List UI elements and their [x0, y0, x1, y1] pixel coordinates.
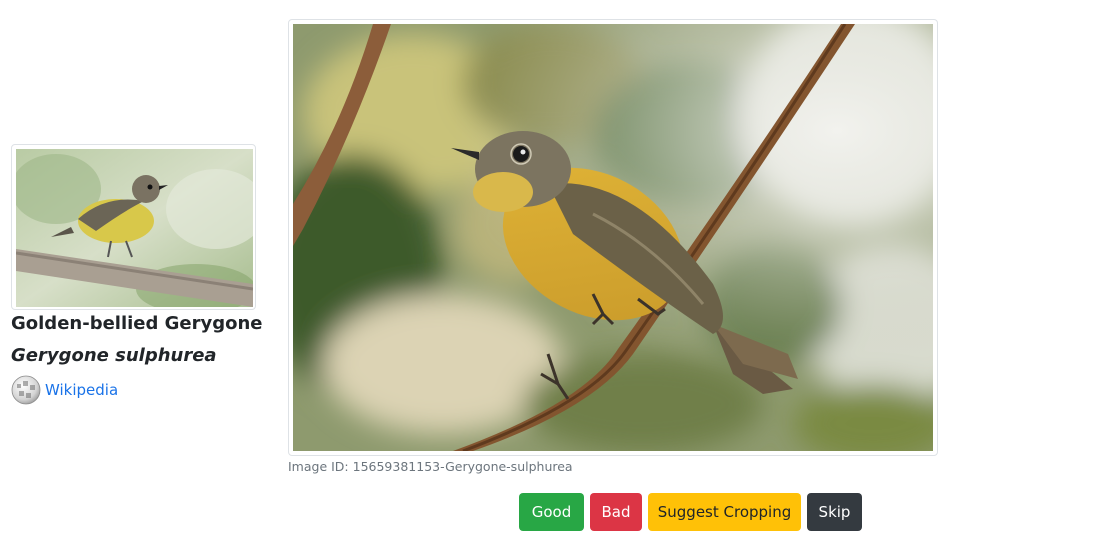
wikipedia-globe-icon	[11, 375, 41, 405]
species-scientific-name: Gerygone sulphurea	[11, 345, 217, 366]
bad-button[interactable]: Bad	[590, 493, 642, 531]
main-bird-illustration	[293, 24, 933, 451]
reference-photo	[11, 144, 256, 310]
wikipedia-row: Wikipedia	[11, 375, 118, 405]
good-button[interactable]: Good	[519, 493, 584, 531]
main-photo	[288, 19, 938, 456]
image-id-caption: Image ID: 15659381153-Gerygone-sulphurea	[288, 459, 573, 474]
skip-button[interactable]: Skip	[807, 493, 862, 531]
reference-bird-illustration	[16, 149, 253, 307]
species-common-name: Golden-bellied Gerygone	[11, 313, 263, 334]
review-actions: Good Bad Suggest Cropping Skip	[519, 493, 862, 531]
review-page: Golden-bellied Gerygone Gerygone sulphur…	[0, 0, 1094, 549]
wikipedia-link[interactable]: Wikipedia	[45, 381, 118, 399]
suggest-cropping-button[interactable]: Suggest Cropping	[648, 493, 801, 531]
